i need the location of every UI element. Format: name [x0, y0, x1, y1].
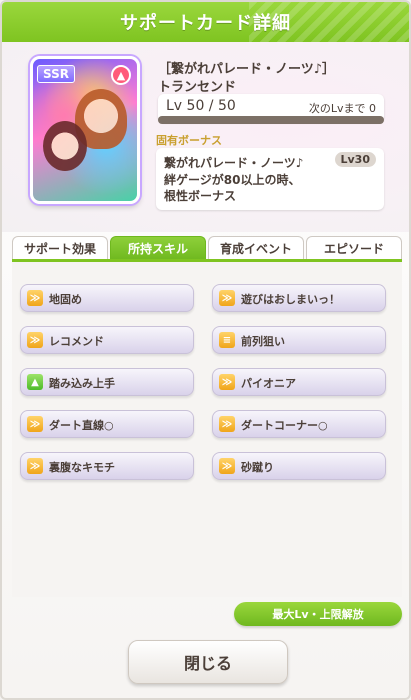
bonus-desc-line2: 根性ボーナス	[164, 189, 237, 203]
dialog-header: サポートカード詳細	[2, 2, 409, 42]
skill-label: 砂蹴り	[241, 461, 274, 474]
skill-icon: ≫	[27, 332, 43, 348]
skill-item[interactable]: ≫ ダートコーナー○	[212, 410, 386, 438]
skill-label: レコメンド	[49, 335, 104, 348]
skill-label: 地固め	[49, 293, 82, 306]
skill-icon: ≫	[219, 290, 235, 306]
card-character-name: トランセンド	[158, 80, 237, 95]
tab-training-events[interactable]: 育成イベント	[208, 236, 304, 260]
skills-panel: ≫ 地固め ≫ 遊びはおしまいっ！ ≫ レコメンド ≡ 前列狙い ▲ 踏み込み上…	[12, 262, 402, 597]
skill-label: ダートコーナー○	[241, 419, 328, 432]
skill-label: 前列狙い	[241, 335, 285, 348]
tab-bar: サポート効果 所持スキル 育成イベント エピソード	[12, 236, 402, 260]
skill-item[interactable]: ≡ 前列狙い	[212, 326, 386, 354]
skill-label: 遊びはおしまいっ！	[241, 293, 340, 306]
level-progress-bar	[158, 116, 384, 124]
skill-label: ダート直線○	[49, 419, 114, 432]
bonus-level-badge: Lv30	[334, 152, 376, 167]
skill-label: 踏み込み上手	[49, 377, 115, 390]
dialog-frame: サポートカード詳細 SSR ▲ ［繋がれパレード・ノーツ♪］ トランセンド Lv…	[0, 0, 411, 700]
skill-item[interactable]: ≫ 地固め	[20, 284, 194, 312]
card-figure-2	[43, 121, 87, 171]
bonus-desc-line1: 絆ゲージが80以上の時、	[164, 173, 301, 187]
skill-icon: ▲	[27, 374, 43, 390]
skill-item[interactable]: ≫ 砂蹴り	[212, 452, 386, 480]
fire-icon: ▲	[111, 65, 131, 85]
support-card-image: SSR ▲	[30, 56, 140, 204]
skill-item[interactable]: ≫ レコメンド	[20, 326, 194, 354]
skill-item[interactable]: ▲ 踏み込み上手	[20, 368, 194, 396]
skill-item[interactable]: ≫ ダート直線○	[20, 410, 194, 438]
skill-icon: ≫	[27, 458, 43, 474]
close-button[interactable]: 閉じる	[128, 640, 288, 684]
unique-bonus-box: 繋がれパレード・ノーツ♪ Lv30 絆ゲージが80以上の時、 根性ボーナス	[156, 148, 384, 210]
tab-owned-skills[interactable]: 所持スキル	[110, 236, 206, 260]
bonus-title: 繋がれパレード・ノーツ♪	[164, 156, 304, 170]
card-title: ［繋がれパレード・ノーツ♪］	[158, 62, 336, 77]
skill-icon: ≫	[219, 458, 235, 474]
skill-icon: ≫	[219, 416, 235, 432]
skill-item[interactable]: ≫ 裏腹なキモチ	[20, 452, 194, 480]
unique-bonus-label: 固有ボーナス	[156, 134, 222, 147]
next-level-text: 次のLvまで 0	[308, 102, 376, 115]
tab-episodes[interactable]: エピソード	[306, 236, 402, 260]
skill-item[interactable]: ≫ 遊びはおしまいっ！	[212, 284, 386, 312]
header-stripe	[249, 2, 409, 42]
skill-icon: ≫	[219, 374, 235, 390]
bonus-description: 絆ゲージが80以上の時、 根性ボーナス	[164, 172, 374, 204]
skill-icon: ≫	[27, 290, 43, 306]
skill-item[interactable]: ≫ パイオニア	[212, 368, 386, 396]
skill-label: 裏腹なキモチ	[49, 461, 115, 474]
rarity-badge: SSR	[37, 65, 75, 83]
max-level-unlock-button[interactable]: 最大Lv・上限解放	[234, 602, 402, 626]
level-text: Lv 50 / 50	[166, 98, 236, 114]
skill-label: パイオニア	[241, 377, 296, 390]
skill-icon: ≡	[219, 332, 235, 348]
skill-icon: ≫	[27, 416, 43, 432]
tab-support-effect[interactable]: サポート効果	[12, 236, 108, 260]
